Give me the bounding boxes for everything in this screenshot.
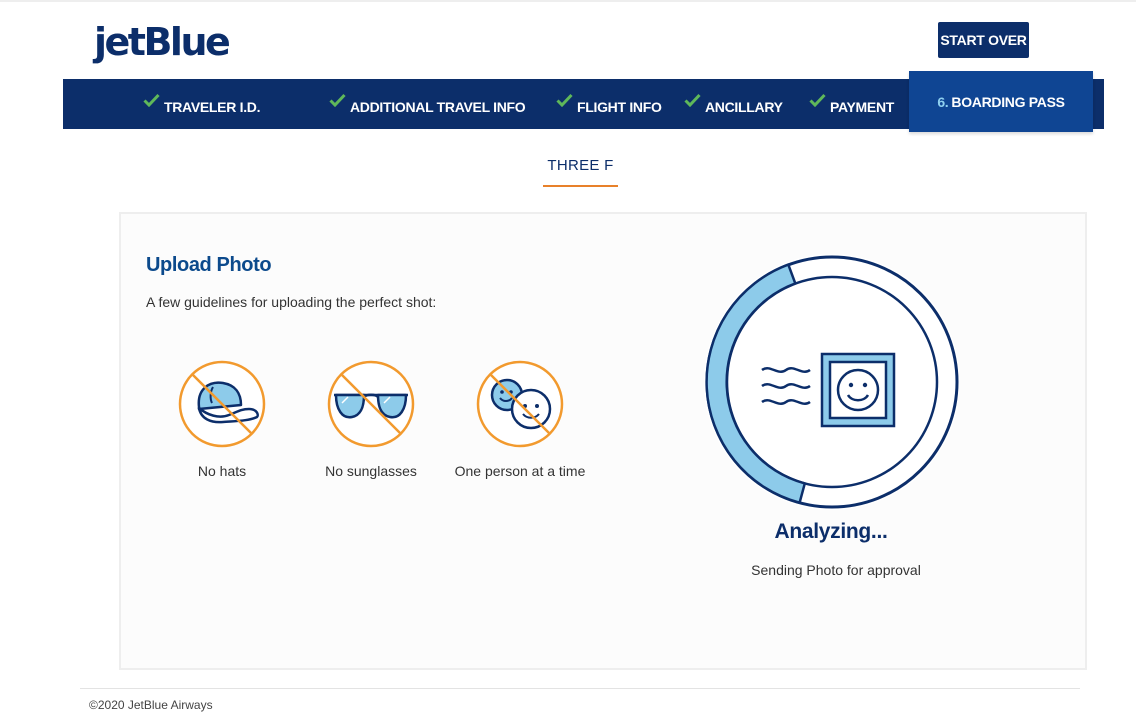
jetblue-logo[interactable]: jetBlue bbox=[94, 18, 231, 66]
guideline-label: No hats bbox=[197, 463, 247, 479]
step-label: BOARDING PASS bbox=[951, 93, 1065, 110]
upload-photo-title: Upload Photo bbox=[146, 254, 272, 276]
start-over-button[interactable]: START OVER bbox=[938, 22, 1029, 58]
step-additional-travel-info[interactable]: ADDITIONAL TRAVEL INFO bbox=[329, 93, 526, 115]
guideline-no-hats: No hats bbox=[147, 359, 297, 479]
one-person-icon bbox=[476, 360, 564, 448]
guidelines-text: A few guidelines for uploading the perfe… bbox=[146, 294, 437, 310]
active-tab-underline bbox=[543, 185, 618, 187]
step-number: 6. bbox=[937, 93, 949, 110]
check-icon bbox=[143, 93, 160, 107]
step-label: TRAVELER I.D. bbox=[164, 99, 261, 115]
guideline-no-sunglasses: No sunglasses bbox=[296, 359, 446, 479]
step-traveler-id[interactable]: TRAVELER I.D. bbox=[143, 93, 260, 115]
check-icon bbox=[329, 93, 346, 107]
passenger-tab[interactable]: THREE F bbox=[543, 156, 618, 176]
step-label: PAYMENT bbox=[830, 99, 895, 115]
footer-divider bbox=[80, 688, 1080, 689]
copyright-text: ©2020 JetBlue Airways bbox=[89, 698, 213, 712]
guideline-label: One person at a time bbox=[454, 463, 586, 479]
sending-photo-text: Sending Photo for approval bbox=[751, 562, 921, 578]
top-border bbox=[0, 0, 1136, 2]
step-label: ADDITIONAL TRAVEL INFO bbox=[350, 99, 526, 115]
no-sunglasses-icon bbox=[327, 360, 415, 448]
photo-upload-progress-icon bbox=[704, 254, 960, 510]
step-flight-info[interactable]: FLIGHT INFO bbox=[556, 93, 662, 115]
analyzing-title: Analyzing... bbox=[774, 520, 888, 543]
check-icon bbox=[809, 93, 826, 107]
no-hat-icon bbox=[178, 360, 266, 448]
step-label: FLIGHT INFO bbox=[577, 99, 662, 115]
step-payment[interactable]: PAYMENT bbox=[809, 93, 894, 115]
step-ancillary[interactable]: ANCILLARY bbox=[684, 93, 783, 115]
check-icon bbox=[684, 93, 701, 107]
guideline-label: No sunglasses bbox=[325, 463, 417, 479]
check-icon bbox=[556, 93, 573, 107]
guideline-one-person: One person at a time bbox=[445, 359, 595, 479]
step-boarding-pass[interactable]: 6. BOARDING PASS bbox=[909, 71, 1093, 132]
step-label: ANCILLARY bbox=[705, 99, 783, 115]
